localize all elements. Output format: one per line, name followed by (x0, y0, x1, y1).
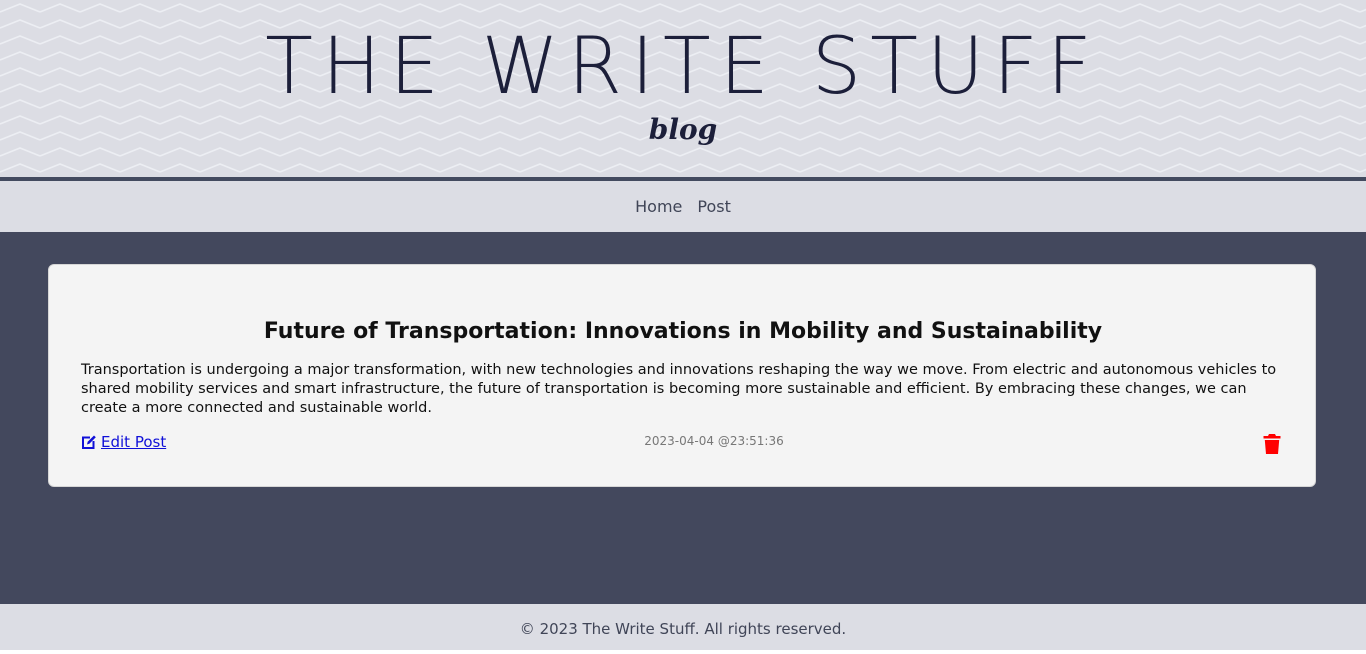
site-footer: © 2023 The Write Stuff. All rights reser… (0, 604, 1366, 650)
main-content: Future of Transportation: Innovations in… (0, 232, 1366, 604)
nav-home-link[interactable]: Home (635, 197, 682, 216)
nav-post-link[interactable]: Post (697, 197, 730, 216)
post-timestamp: 2023-04-04 @23:51:36 (644, 434, 784, 448)
main-nav: Home Post (0, 181, 1366, 232)
trash-icon (1263, 434, 1281, 458)
delete-post-button[interactable] (1261, 433, 1283, 457)
post-body: Transportation is undergoing a major tra… (81, 362, 1277, 416)
footer-copyright: © 2023 The Write Stuff. All rights reser… (519, 620, 847, 638)
site-subtitle: blog (648, 113, 718, 146)
site-title: THE WRITE STUFF (265, 22, 1101, 112)
post-title: Future of Transportation: Innovations in… (263, 319, 1103, 344)
site-header: THE WRITE STUFF blog (0, 0, 1366, 177)
post-card: Future of Transportation: Innovations in… (48, 264, 1316, 487)
